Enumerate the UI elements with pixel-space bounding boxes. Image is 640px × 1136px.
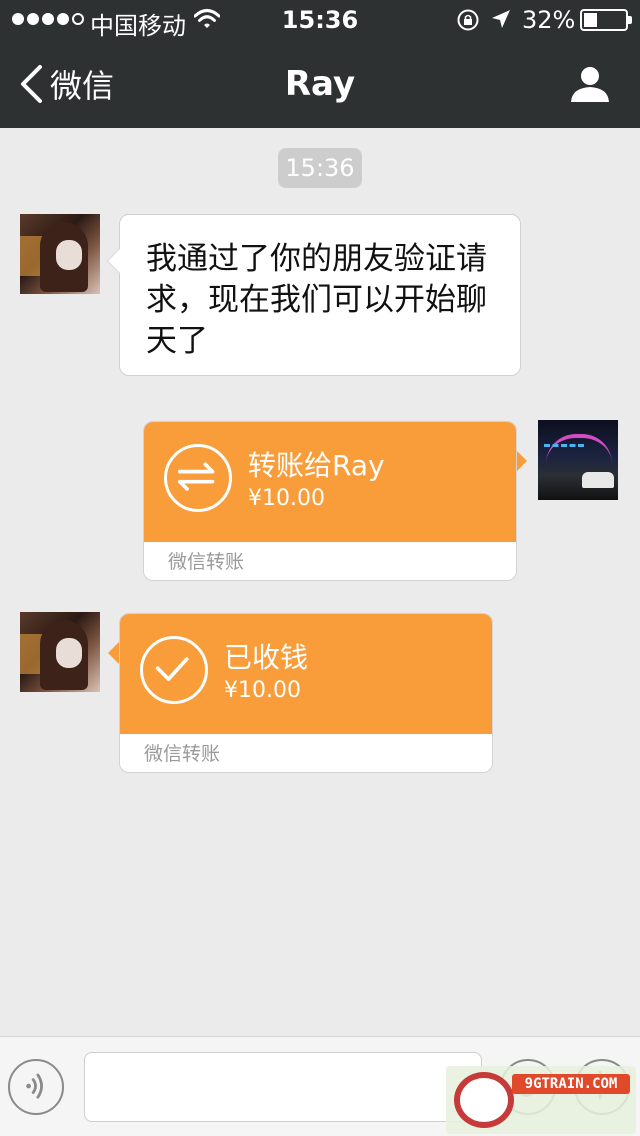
rotation-lock-icon: [457, 9, 479, 31]
bubble-tail: [108, 642, 119, 664]
transfer-footer: 微信转账: [144, 743, 221, 765]
chat-timestamp: 15:36: [278, 148, 362, 188]
transfer-arrows-icon: [164, 444, 232, 512]
checkmark-icon: [140, 636, 208, 704]
transfer-title: 转账给Ray: [248, 449, 385, 482]
voice-icon: [26, 1073, 43, 1099]
transfer-card-received[interactable]: 已收钱 ¥10.00 微信转账: [119, 613, 493, 773]
transfer-amount: ¥10.00: [224, 678, 301, 703]
chat-title: Ray: [284, 64, 356, 104]
avatar-ray[interactable]: [20, 612, 100, 692]
message-bubble[interactable]: 我通过了你的朋友验证请求，现在我们可以开始聊天了: [107, 214, 521, 376]
transfer-amount: ¥10.00: [248, 486, 325, 511]
watermark-text: 9GTRAIN.COM: [512, 1074, 630, 1094]
transfer-title: 已收钱: [224, 641, 309, 674]
message-text: 我通过了你的朋友验证请求，现在我们可以开始聊天了: [146, 241, 487, 359]
avatar-ray[interactable]: [20, 214, 100, 294]
transfer-footer: 微信转账: [168, 551, 245, 573]
transfer-card-sent[interactable]: 转账给Ray ¥10.00 微信转账: [143, 421, 517, 581]
battery-percent: 32%: [522, 6, 576, 34]
person-icon[interactable]: [568, 64, 612, 104]
battery-icon: [580, 9, 632, 31]
message-input[interactable]: [84, 1052, 482, 1122]
status-bar: 中国移动 15:36 32%: [0, 0, 640, 40]
watermark-logo: 9GTRAIN.COM: [446, 1066, 636, 1134]
voice-button[interactable]: [8, 1059, 64, 1115]
location-arrow-icon: [492, 10, 510, 28]
avatar-me[interactable]: [538, 420, 618, 500]
bubble-tail: [516, 450, 527, 472]
top-bar: 中国移动 15:36 32% 微信 Ray: [0, 0, 640, 128]
